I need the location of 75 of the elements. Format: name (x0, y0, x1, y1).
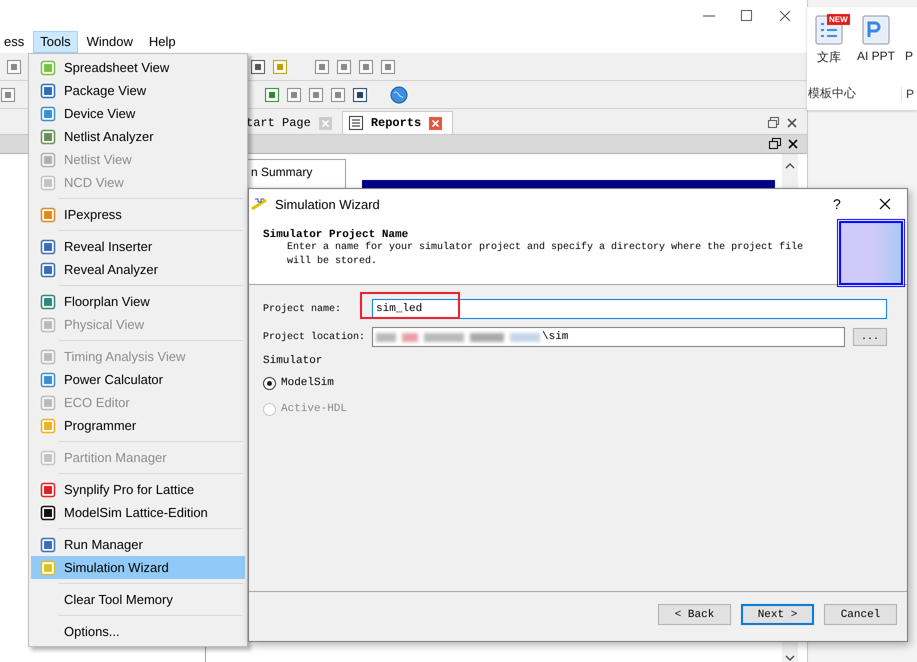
close-icon[interactable] (879, 198, 891, 210)
tool-icon (40, 152, 56, 168)
tool-icon (40, 418, 56, 434)
browse-button[interactable]: ... (853, 328, 887, 346)
menu-item[interactable]: Programmer (31, 414, 245, 437)
chevron-down-icon[interactable] (785, 654, 795, 662)
tool-icon (40, 504, 56, 520)
radio-option[interactable]: ModelSim (263, 373, 887, 393)
new-badge: NEW (827, 14, 850, 25)
chevron-up-icon[interactable] (785, 162, 795, 170)
tool-icon (40, 128, 56, 144)
tool-icon (40, 262, 56, 278)
menu-item[interactable]: IPexpress (31, 203, 245, 226)
slide-icon[interactable] (862, 15, 890, 45)
tool-icon (40, 294, 56, 310)
group-label: 模板中心 (807, 85, 857, 102)
menu-item[interactable]: Options... (31, 620, 245, 643)
menu-item[interactable]: Help (142, 31, 183, 53)
maximize-icon[interactable] (741, 10, 753, 22)
tool-icon (40, 60, 56, 76)
menu-item[interactable]: Tools (33, 31, 78, 53)
ribbon-label[interactable]: P (904, 49, 913, 63)
help-button[interactable]: ? (833, 196, 873, 212)
ribbon-label[interactable]: AI PPT (856, 49, 895, 63)
dialog-button[interactable]: < Back (658, 604, 731, 625)
tool-icon (40, 450, 56, 466)
close-icon[interactable] (787, 138, 799, 150)
menu-item[interactable]: ModelSim Lattice-Edition (31, 501, 245, 524)
page-description: Enter a name for your simulator project and specify a directory where the project file will be stored. (287, 241, 804, 269)
tool-icon (40, 316, 56, 332)
toolbar-icon[interactable] (264, 86, 280, 102)
globe-icon[interactable] (390, 86, 408, 104)
tab[interactable]: Reports (342, 111, 454, 134)
tool-icon (40, 560, 56, 576)
group-label: P (901, 86, 917, 100)
restore-icon[interactable] (769, 138, 781, 150)
tool-icon (40, 536, 56, 552)
tool-icon (40, 372, 56, 388)
menu-item[interactable]: Reveal Analyzer (31, 258, 245, 281)
ribbon-label[interactable]: 文库 (817, 49, 841, 66)
report-icon (348, 116, 363, 130)
tool-icon (40, 206, 56, 222)
wizard-banner (839, 221, 903, 285)
close-icon[interactable] (779, 10, 791, 22)
text-field[interactable]: sim_led (372, 299, 887, 319)
menu-item[interactable]: Floorplan View (31, 290, 245, 313)
tool-icon (40, 82, 56, 98)
menu-item[interactable]: Run Manager (31, 533, 245, 556)
page-heading: Simulator Project Name (263, 229, 410, 241)
radio-button[interactable] (263, 376, 276, 390)
field-label: Project name: (263, 304, 342, 314)
menu-item[interactable]: Window (80, 31, 140, 53)
tool-icon (40, 348, 56, 364)
menu-item[interactable]: Synplify Pro for Lattice (31, 478, 245, 501)
toolbar-icon[interactable] (250, 58, 266, 74)
field-label: Project location: (263, 332, 366, 342)
dialog-button[interactable]: Cancel (824, 604, 897, 625)
tool-icon (40, 238, 56, 254)
dialog-button[interactable]: Next > (741, 604, 814, 625)
tool-icon (40, 174, 56, 190)
dialog-title: Simulation Wizard (275, 196, 381, 212)
menu-item[interactable]: ess (0, 31, 32, 53)
restore-icon[interactable] (767, 116, 781, 130)
menu-item[interactable]: Reveal Inserter (31, 235, 245, 258)
close-icon[interactable] (785, 116, 799, 130)
group-label: Simulator (263, 355, 324, 367)
menu-item[interactable]: Power Calculator (31, 368, 245, 391)
tool-icon (40, 106, 56, 122)
menu-item[interactable]: Simulation Wizard (31, 556, 245, 579)
menu-item[interactable]: Clear Tool Memory (31, 588, 245, 611)
toolbar-icon[interactable] (352, 86, 368, 102)
text-field[interactable]: \sim (372, 327, 845, 347)
tool-icon (40, 394, 56, 410)
tool-icon (40, 482, 56, 498)
wand-icon (251, 197, 269, 211)
